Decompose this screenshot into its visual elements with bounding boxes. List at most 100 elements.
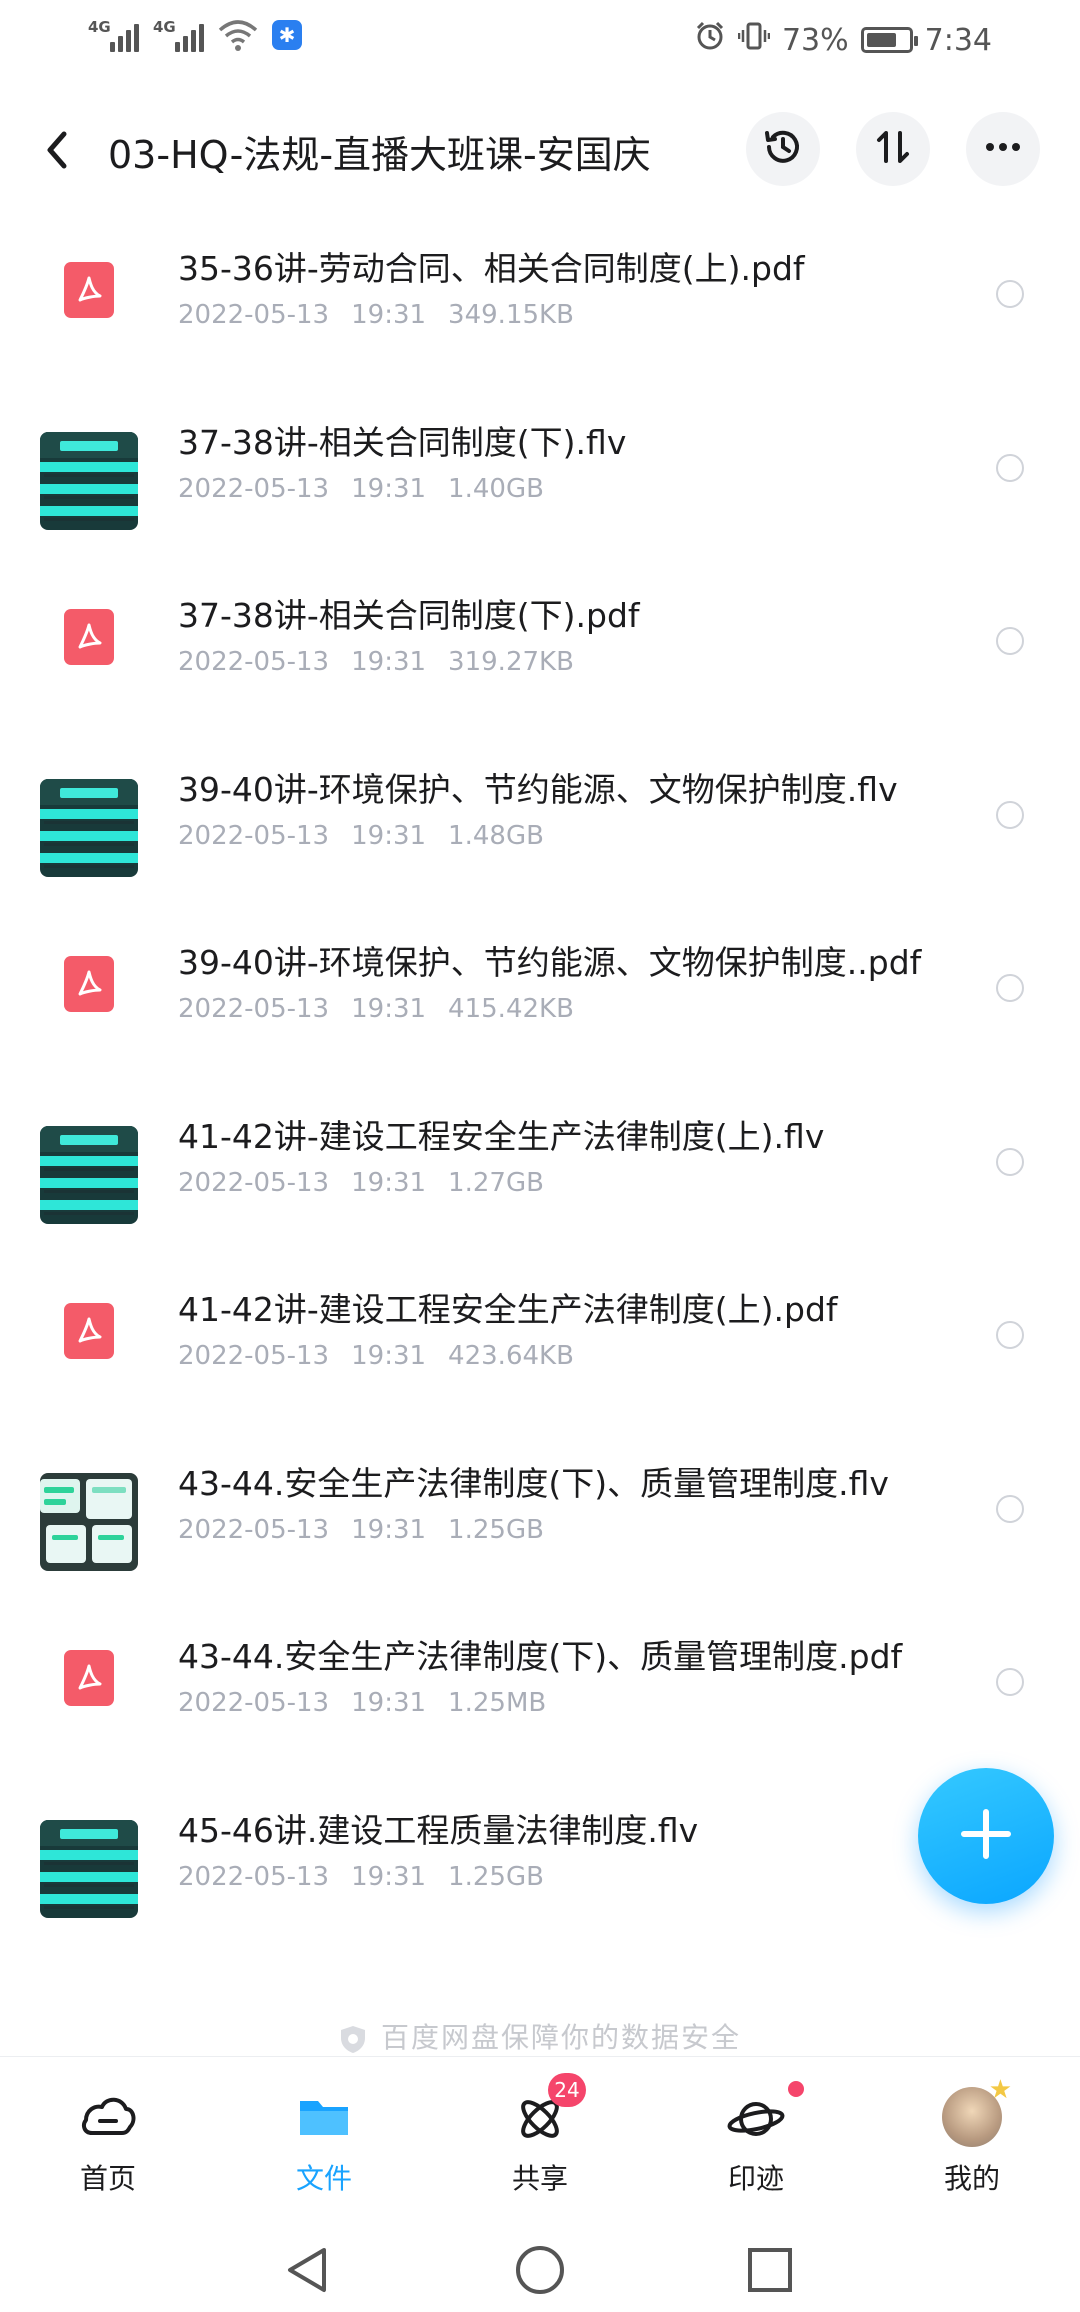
- file-time: 19:31: [351, 820, 427, 851]
- sort-button[interactable]: [856, 112, 930, 186]
- file-date: 2022-05-13: [178, 820, 330, 851]
- file-size: 319.27KB: [448, 647, 574, 677]
- file-date: 2022-05-13: [178, 1514, 330, 1545]
- file-meta: 2022-05-13 19:31 1.27GB: [178, 1168, 566, 1198]
- network-type-label: 4G: [153, 18, 176, 36]
- header: 03-HQ-法规-直播大班课-安国庆: [0, 100, 1080, 200]
- file-time: 19:31: [351, 1514, 427, 1545]
- app-notification-icon: ✱: [272, 20, 302, 50]
- file-row[interactable]: 45-46讲.建设工程质量法律制度.flv 2022-05-13 19:31 1.25…: [0, 1762, 1080, 1936]
- wifi-icon: [218, 18, 258, 52]
- nav-item-home[interactable]: 首页: [48, 2087, 168, 2197]
- pdf-file-icon: [64, 1303, 114, 1359]
- nav-item-footprint[interactable]: 印迹: [696, 2081, 816, 2197]
- file-name: 43-44.安全生产法律制度(下)、质量管理制度.flv: [178, 1463, 889, 1503]
- select-radio[interactable]: [996, 453, 1024, 482]
- file-size: 1.25GB: [448, 1514, 544, 1545]
- back-triangle-icon[interactable]: [282, 2244, 332, 2300]
- select-radio[interactable]: [996, 1321, 1024, 1349]
- file-list: 35-36讲-劳动合同、相关合同制度(上).pdf 2022-05-13 19:31…: [0, 200, 1080, 1935]
- atom-icon: 24: [510, 2073, 586, 2147]
- file-name: 35-36讲-劳动合同、相关合同制度(上).pdf: [178, 249, 805, 288]
- file-time: 19:31: [351, 1688, 427, 1718]
- select-radio[interactable]: [996, 1147, 1024, 1176]
- video-thumbnail: [40, 778, 138, 877]
- file-row[interactable]: 41-42讲-建设工程安全生产法律制度(上).flv 2022-05-13 19:3…: [0, 1068, 1080, 1242]
- file-meta: 2022-05-13 19:31 415.42KB: [178, 994, 596, 1024]
- file-date: 2022-05-13: [178, 473, 330, 504]
- file-name: 41-42讲-建设工程安全生产法律制度(上).pdf: [178, 1290, 838, 1329]
- nav-label-footprint: 印迹: [727, 2162, 784, 2195]
- nav-item-files[interactable]: 文件: [264, 2087, 384, 2197]
- file-date: 2022-05-13: [178, 994, 330, 1024]
- nav-item-share[interactable]: 24 共享: [480, 2073, 600, 2197]
- file-date: 2022-05-13: [178, 1688, 330, 1718]
- folder-icon: [294, 2087, 354, 2147]
- file-row[interactable]: 35-36讲-劳动合同、相关合同制度(上).pdf 2022-05-13 19:31…: [0, 200, 1080, 374]
- status-right: 73% 7:34: [694, 20, 992, 60]
- more-icon: [981, 125, 1025, 173]
- shield-icon: [339, 2024, 367, 2054]
- file-time: 19:31: [351, 994, 427, 1024]
- select-radio[interactable]: [996, 627, 1024, 655]
- file-row[interactable]: 43-44.安全生产法律制度(下)、质量管理制度.pdf 2022-05-13 19…: [0, 1588, 1080, 1762]
- history-button[interactable]: [746, 112, 820, 186]
- planet-icon: [726, 2081, 804, 2147]
- recents-square-icon[interactable]: [746, 2246, 794, 2298]
- nav-label-files: 文件: [295, 2162, 352, 2195]
- page-title: 03-HQ-法规-直播大班课-安国庆: [108, 133, 651, 177]
- signal-icon: 4G: [88, 18, 139, 52]
- nav-label-mine: 我的: [943, 2162, 1000, 2195]
- more-button[interactable]: [966, 112, 1040, 186]
- pdf-file-icon: [64, 956, 114, 1012]
- vibrate-icon: [737, 20, 771, 60]
- file-time: 19:31: [351, 1861, 427, 1892]
- file-name: 43-44.安全生产法律制度(下)、质量管理制度.pdf: [178, 1637, 903, 1676]
- plus-icon: [958, 1806, 1014, 1866]
- avatar: ★: [942, 2075, 1012, 2147]
- file-size: 423.64KB: [448, 1341, 574, 1371]
- pdf-file-icon: [64, 1650, 114, 1706]
- file-time: 19:31: [351, 647, 427, 677]
- file-time: 19:31: [351, 1341, 427, 1371]
- file-meta: 2022-05-13 19:31 319.27KB: [178, 647, 596, 677]
- file-row[interactable]: 41-42讲-建设工程安全生产法律制度(上).pdf 2022-05-13 19:3…: [0, 1241, 1080, 1415]
- file-row[interactable]: 37-38讲-相关合同制度(下).flv 2022-05-13 19:31 1.40G…: [0, 374, 1080, 548]
- file-name: 45-46讲.建设工程质量法律制度.flv: [178, 1810, 699, 1850]
- add-button[interactable]: [918, 1768, 1054, 1904]
- file-time: 19:31: [351, 1167, 427, 1198]
- back-icon[interactable]: [40, 128, 80, 172]
- select-radio[interactable]: [996, 1668, 1024, 1696]
- file-row[interactable]: 43-44.安全生产法律制度(下)、质量管理制度.flv 2022-05-13 19…: [0, 1415, 1080, 1589]
- file-row[interactable]: 37-38讲-相关合同制度(下).pdf 2022-05-13 19:31 319.2…: [0, 547, 1080, 721]
- file-row[interactable]: 39-40讲-环境保护、节约能源、文物保护制度..pdf 2022-05-13 19…: [0, 894, 1080, 1068]
- nav-label-home: 首页: [79, 2162, 136, 2195]
- sort-icon: [871, 125, 915, 173]
- file-date: 2022-05-13: [178, 1341, 330, 1371]
- video-thumbnail: [40, 431, 138, 530]
- home-circle-icon[interactable]: [514, 2244, 566, 2300]
- bottom-nav: 首页 文件 24 共享 印迹 ★ 我的: [0, 2056, 1080, 2226]
- select-radio[interactable]: [996, 800, 1024, 829]
- select-radio[interactable]: [996, 280, 1024, 308]
- file-meta: 2022-05-13 19:31 349.15KB: [178, 300, 596, 330]
- system-nav-bar: [0, 2226, 1080, 2312]
- file-meta: 2022-05-13 19:31 1.25MB: [178, 1688, 568, 1718]
- alarm-icon: [694, 20, 726, 60]
- notification-dot: [788, 2081, 804, 2097]
- network-type-label: 4G: [88, 18, 111, 36]
- select-radio[interactable]: [996, 1494, 1024, 1523]
- file-time: 19:31: [351, 473, 427, 504]
- file-size: 1.40GB: [448, 473, 544, 504]
- file-row[interactable]: 39-40讲-环境保护、节约能源、文物保护制度.flv 2022-05-13 19:…: [0, 721, 1080, 895]
- file-meta: 2022-05-13 19:31 1.48GB: [178, 821, 566, 851]
- battery-icon: [860, 27, 918, 53]
- nav-item-mine[interactable]: ★ 我的: [912, 2075, 1032, 2197]
- status-left: 4G 4G ✱: [88, 18, 302, 52]
- file-date: 2022-05-13: [178, 1861, 330, 1892]
- file-meta: 2022-05-13 19:31 1.40GB: [178, 474, 566, 504]
- select-radio[interactable]: [996, 974, 1024, 1002]
- file-size: 1.27GB: [448, 1167, 544, 1198]
- file-meta: 2022-05-13 19:31 423.64KB: [178, 1341, 596, 1371]
- file-date: 2022-05-13: [178, 300, 330, 330]
